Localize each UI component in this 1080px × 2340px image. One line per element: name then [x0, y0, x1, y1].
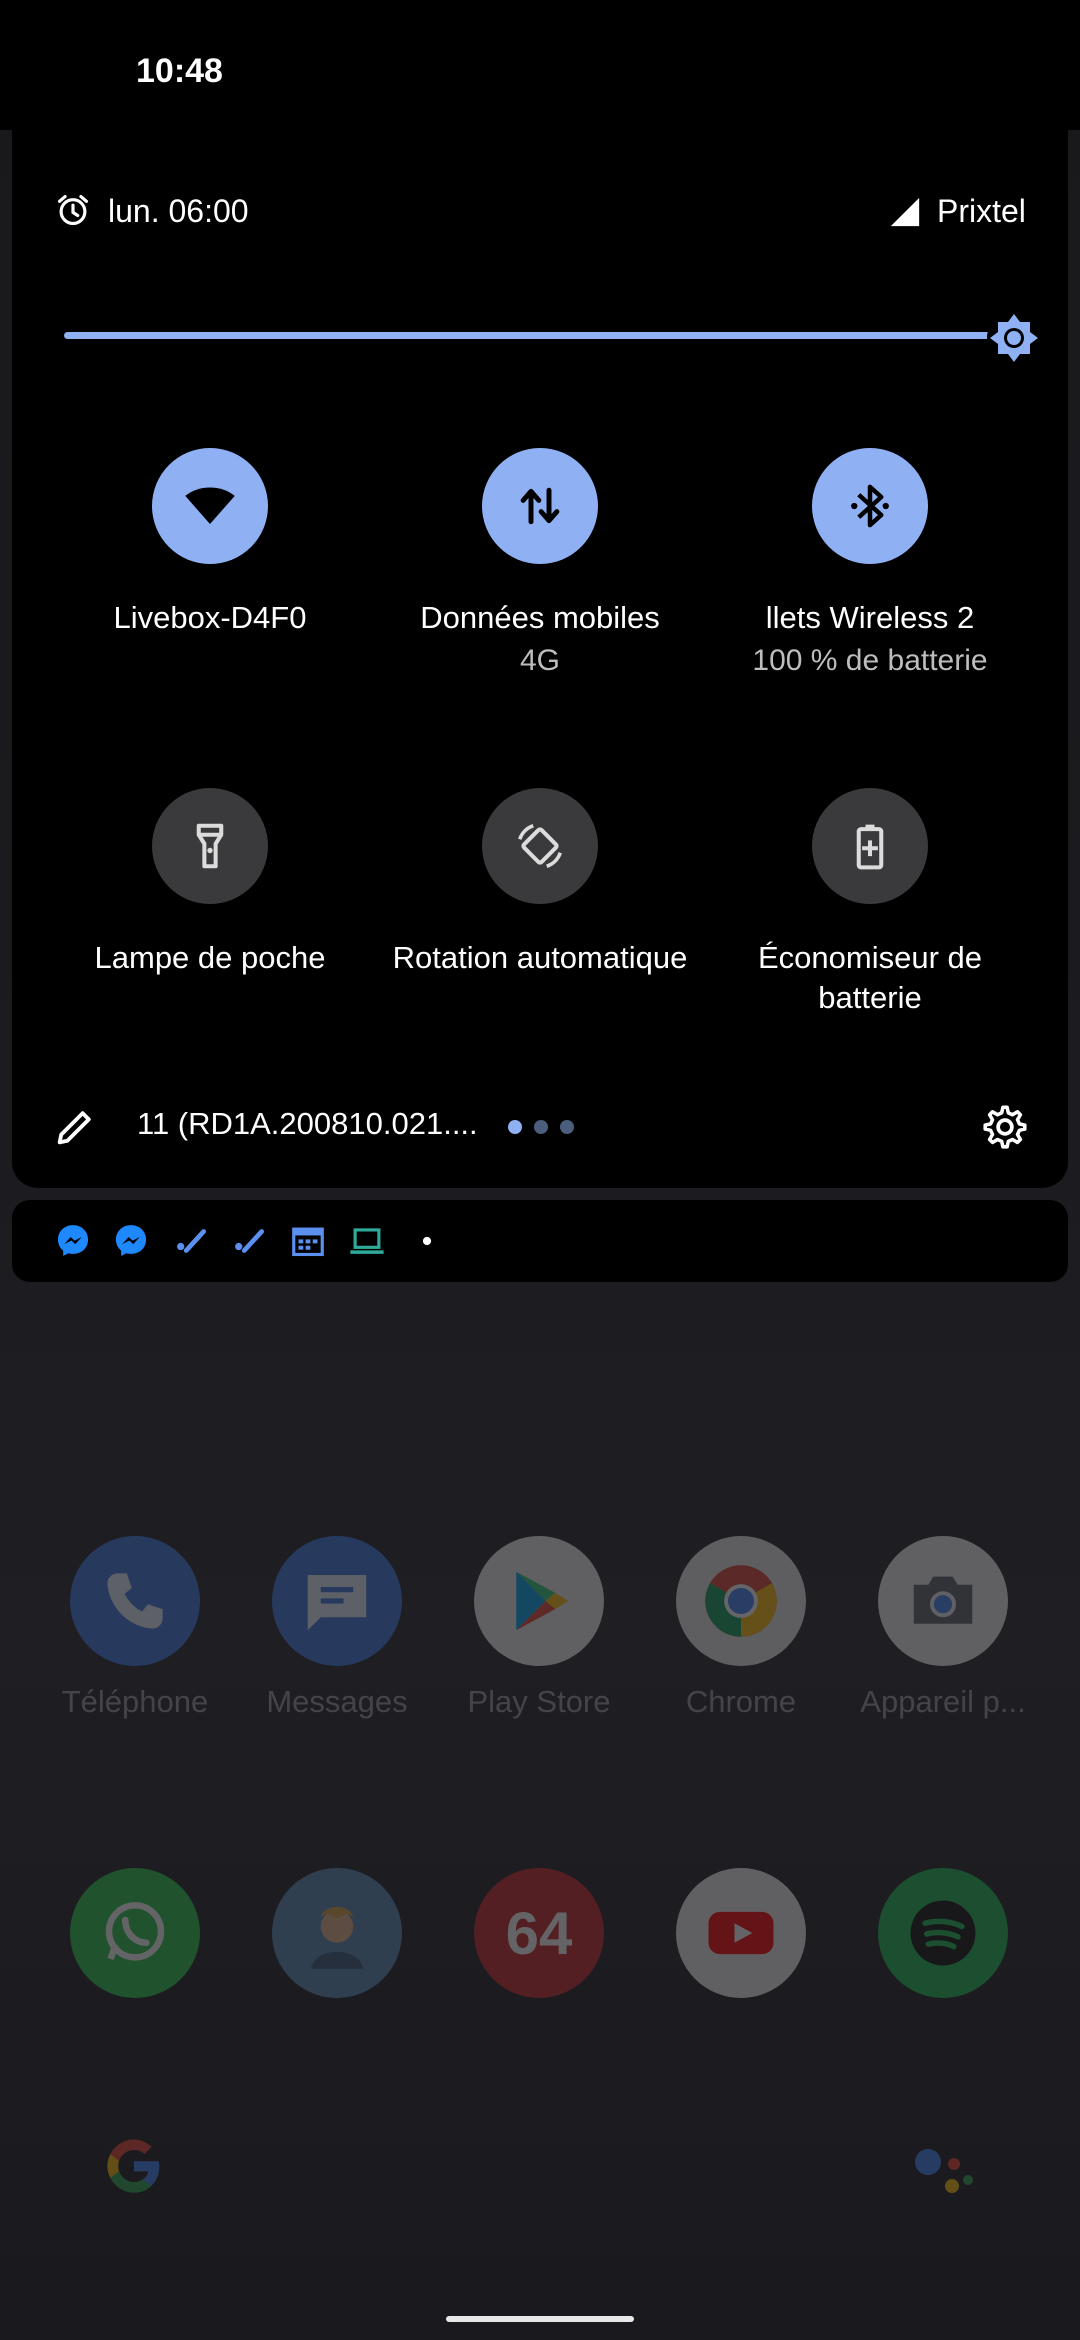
- tile-battery-saver-label: Économiseur de batterie: [757, 940, 982, 1015]
- bluetooth-icon: [851, 484, 889, 528]
- edit-pencil-icon[interactable]: [52, 1104, 98, 1150]
- app-label: Appareil p...: [860, 1684, 1026, 1719]
- app-label: Messages: [266, 1684, 408, 1719]
- spotify-icon: [878, 1868, 1008, 1998]
- tile-flashlight-label: Lampe de poche: [94, 940, 326, 975]
- app-spotify[interactable]: [853, 1868, 1033, 2058]
- app-whatsapp[interactable]: [45, 1868, 225, 2058]
- tile-auto-rotate-button[interactable]: [482, 788, 598, 904]
- tile-battery-saver-button[interactable]: [812, 788, 928, 904]
- google-g-icon: [107, 2139, 160, 2193]
- youtube-icon: [676, 1868, 806, 1998]
- whatsapp-icon: [70, 1868, 200, 1998]
- tile-mobile-data-sub: 4G: [519, 644, 561, 677]
- alarm-icon[interactable]: [54, 191, 92, 229]
- android-screen: 10:48 lun. 06:00 Prixtel Livebox-D4F0 Do…: [0, 0, 1080, 2340]
- tile-mobile-data-label: Données mobiles: [420, 600, 660, 635]
- tile-auto-rotate[interactable]: Rotation automatique: [375, 788, 705, 1028]
- google-search-bar[interactable]: [60, 2130, 1020, 2204]
- brightness-slider[interactable]: [64, 311, 1041, 365]
- google-assistant-icon[interactable]: [910, 2142, 980, 2202]
- app-label: Téléphone: [61, 1684, 209, 1719]
- page-dot: [508, 1120, 522, 1134]
- app-youtube[interactable]: [651, 1868, 831, 2058]
- messenger-icon: [57, 1225, 89, 1257]
- status-bar: 10:48: [0, 0, 1080, 130]
- gesture-nav-handle[interactable]: [446, 2316, 634, 2322]
- status-time: 10:48: [136, 52, 223, 90]
- brightness-thumb-icon[interactable]: [986, 310, 1042, 366]
- phone-icon: [70, 1536, 200, 1666]
- app-label: Chrome: [685, 1684, 797, 1719]
- tile-bluetooth-button[interactable]: [812, 448, 928, 564]
- tile-wifi-button[interactable]: [152, 448, 268, 564]
- tasks-icon: [177, 1229, 207, 1253]
- app-emulator-64[interactable]: 64: [449, 1868, 629, 2058]
- notification-icon-strip[interactable]: [12, 1200, 1068, 1282]
- camera-icon: [878, 1536, 1008, 1666]
- quick-settings-header: lun. 06:00 Prixtel: [12, 185, 1068, 235]
- brightness-track[interactable]: [64, 332, 1004, 339]
- tile-bluetooth-label: llets Wireless 2: [765, 600, 975, 635]
- page-dot: [534, 1120, 548, 1134]
- mobile-data-icon: [520, 487, 560, 525]
- app-chrome[interactable]: Chrome: [651, 1536, 831, 1726]
- page-indicator: [508, 1120, 586, 1136]
- app-messages[interactable]: Messages: [247, 1536, 427, 1726]
- settings-gear-icon[interactable]: [980, 1102, 1030, 1152]
- carrier-name: Prixtel: [937, 193, 1026, 229]
- tasks-icon: [235, 1229, 265, 1253]
- next-alarm[interactable]: lun. 06:00: [108, 193, 249, 230]
- play-store-icon: [474, 1536, 604, 1666]
- tile-bluetooth[interactable]: llets Wireless 2 100 % de batterie: [705, 448, 1035, 688]
- signal-strength-icon: [890, 197, 920, 227]
- app-camera[interactable]: Appareil p...: [853, 1536, 1033, 1726]
- more-dot-icon: [422, 1236, 432, 1246]
- emulator-64-icon: 64: [474, 1868, 604, 1998]
- tile-mobile-data-button[interactable]: [482, 448, 598, 564]
- tile-flashlight-button[interactable]: [152, 788, 268, 904]
- app-play-store[interactable]: Play Store: [449, 1536, 629, 1726]
- messages-icon: [272, 1536, 402, 1666]
- tile-bluetooth-sub: 100 % de batterie: [752, 644, 988, 677]
- calendar-icon: [292, 1227, 324, 1257]
- messenger-icon: [115, 1225, 147, 1257]
- app-telephone[interactable]: Téléphone: [45, 1536, 225, 1726]
- quick-settings-panel: lun. 06:00 Prixtel Livebox-D4F0 Données …: [12, 130, 1068, 1188]
- battery-saver-icon: [856, 824, 884, 870]
- page-dot: [560, 1120, 574, 1134]
- tile-mobile-data[interactable]: Données mobiles 4G: [375, 448, 705, 688]
- flashlight-icon: [196, 823, 224, 869]
- app-label: Play Store: [467, 1684, 611, 1719]
- app-game[interactable]: [247, 1868, 427, 2058]
- auto-rotate-icon: [518, 824, 562, 868]
- game-avatar-icon: [272, 1868, 402, 1998]
- quick-settings-footer: 11 (RD1A.200810.021....: [12, 1090, 1068, 1160]
- build-number[interactable]: 11 (RD1A.200810.021....: [137, 1106, 478, 1142]
- tile-wifi-label: Livebox-D4F0: [113, 600, 307, 635]
- chrome-icon: [676, 1536, 806, 1666]
- tile-battery-saver[interactable]: Économiseur de batterie: [705, 788, 1035, 1028]
- wifi-icon: [185, 487, 235, 524]
- tile-flashlight[interactable]: Lampe de poche: [45, 788, 375, 1028]
- tile-wifi[interactable]: Livebox-D4F0: [45, 448, 375, 688]
- laptop-icon: [350, 1228, 384, 1254]
- tile-auto-rotate-label: Rotation automatique: [392, 940, 688, 975]
